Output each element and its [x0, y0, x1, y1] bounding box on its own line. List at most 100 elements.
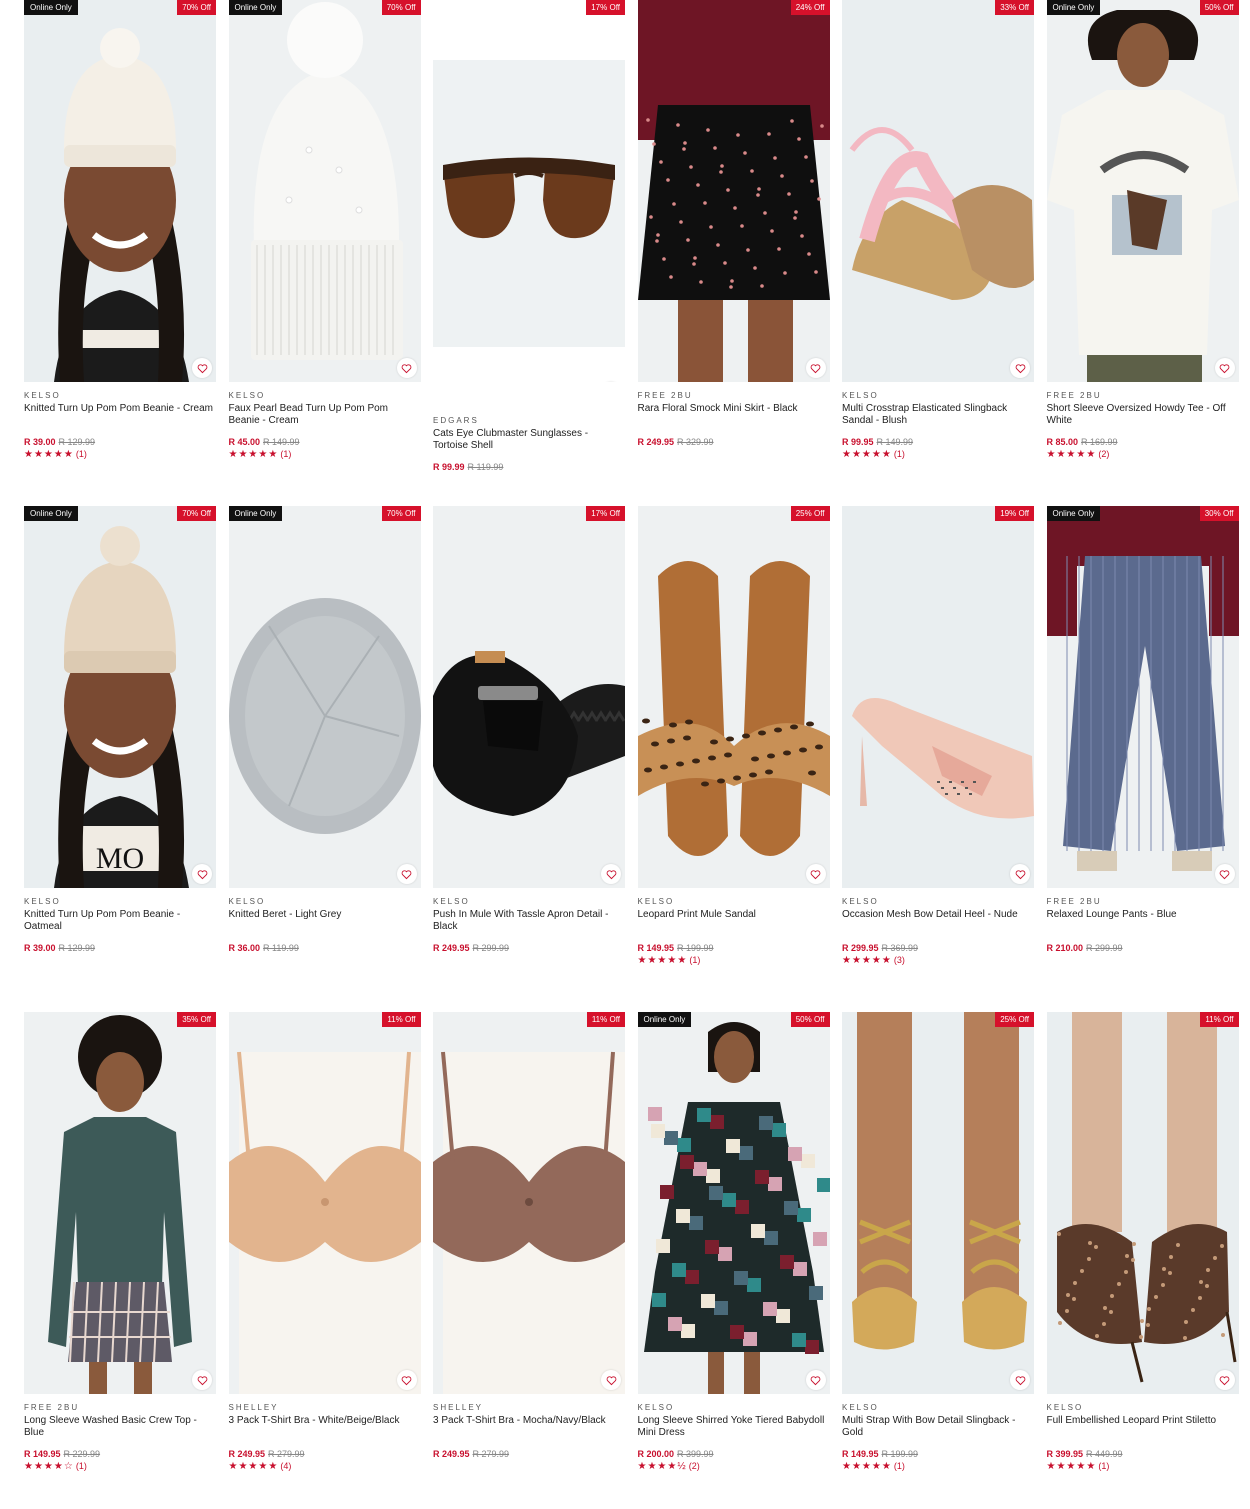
- wishlist-button[interactable]: [1010, 864, 1030, 884]
- product-name[interactable]: Leopard Print Mule Sandal: [638, 909, 830, 943]
- product-card[interactable]: 11% Off KELSO Full Embellished Leopard P…: [1046, 1012, 1239, 1472]
- product-rating[interactable]: ★★★★½ (2): [638, 1460, 830, 1472]
- product-image[interactable]: 24% Off: [637, 0, 830, 382]
- product-card[interactable]: 11% Off SHELLEY 3 Pack T-Shirt Bra - Moc…: [433, 1012, 625, 1460]
- product-card[interactable]: 17% Off EDGARS Cats Eye Clubmaster Sungl…: [433, 0, 625, 473]
- product-rating[interactable]: ★★★★☆ (1): [24, 1460, 216, 1472]
- product-name[interactable]: Occasion Mesh Bow Detail Heel - Nude: [842, 909, 1034, 943]
- product-card[interactable]: 17% Off KELSO Push In Mule With Tassle A…: [433, 506, 625, 954]
- product-card[interactable]: 11% Off SHELLEY 3 Pack T-Shirt Bra - Whi…: [228, 1012, 421, 1472]
- wishlist-button[interactable]: [601, 864, 621, 884]
- product-name[interactable]: Cats Eye Clubmaster Sunglasses - Tortois…: [433, 428, 625, 462]
- wishlist-button[interactable]: [192, 864, 212, 884]
- wishlist-button[interactable]: [805, 358, 826, 378]
- wishlist-button[interactable]: [396, 864, 417, 884]
- product-name[interactable]: Long Sleeve Washed Basic Crew Top - Blue: [24, 1415, 216, 1449]
- product-image[interactable]: Online Only 70% Off: [228, 0, 421, 382]
- wishlist-button[interactable]: [192, 358, 212, 378]
- wishlist-button[interactable]: [1010, 1370, 1030, 1390]
- wishlist-button[interactable]: [1214, 358, 1235, 378]
- wishlist-button[interactable]: [1214, 1370, 1235, 1390]
- product-image[interactable]: Online Only 30% Off: [1046, 506, 1239, 888]
- product-rating[interactable]: ★★★★★ (1): [1047, 1460, 1239, 1472]
- original-price: R 329.99: [677, 437, 714, 447]
- review-count: (2): [1098, 449, 1110, 459]
- product-name[interactable]: Full Embellished Leopard Print Stiletto: [1047, 1415, 1239, 1449]
- product-name[interactable]: Faux Pearl Bead Turn Up Pom Pom Beanie -…: [229, 403, 421, 437]
- wishlist-button[interactable]: [1214, 864, 1235, 884]
- wishlist-button[interactable]: [805, 864, 826, 884]
- product-name[interactable]: 3 Pack T-Shirt Bra - White/Beige/Black: [229, 1415, 421, 1449]
- product-name[interactable]: Rara Floral Smock Mini Skirt - Black: [638, 403, 830, 437]
- star-rating-icon: ★★★★★: [842, 1461, 892, 1472]
- product-card[interactable]: Online Only 30% Off FREE 2BU Relaxed Lou…: [1046, 506, 1239, 954]
- product-card[interactable]: Online Only 70% Off KELSO Faux Pearl Bea…: [228, 0, 421, 460]
- product-image[interactable]: Online Only 50% Off: [1046, 0, 1239, 382]
- product-card[interactable]: 24% Off FREE 2BU Rara Floral Smock Mini …: [637, 0, 830, 448]
- star-rating-icon: ★★★★★: [24, 449, 74, 460]
- product-image[interactable]: 19% Off: [842, 506, 1034, 888]
- wishlist-button[interactable]: [396, 358, 417, 378]
- product-name[interactable]: Short Sleeve Oversized Howdy Tee - Off W…: [1047, 403, 1239, 437]
- product-image[interactable]: 35% Off: [24, 1012, 216, 1394]
- product-image[interactable]: Online Only 50% Off: [637, 1012, 830, 1394]
- product-image[interactable]: 17% Off: [433, 0, 625, 382]
- product-rating[interactable]: ★★★★★ (1): [842, 448, 1034, 460]
- product-brand: KELSO: [228, 897, 266, 906]
- wishlist-button[interactable]: [805, 1370, 826, 1390]
- product-image[interactable]: 11% Off: [433, 1012, 625, 1394]
- review-count: (1): [893, 1461, 905, 1471]
- product-image[interactable]: Online Only 70% Off: [24, 0, 216, 382]
- product-name[interactable]: Relaxed Lounge Pants - Blue: [1047, 909, 1239, 943]
- product-brand: FREE 2BU: [637, 391, 693, 400]
- sale-price: R 249.95: [433, 943, 470, 953]
- product-card[interactable]: Online Only 50% Off FREE 2BU Short Sleev…: [1046, 0, 1239, 460]
- product-image[interactable]: 11% Off: [1046, 1012, 1239, 1394]
- product-name[interactable]: 3 Pack T-Shirt Bra - Mocha/Navy/Black: [433, 1415, 625, 1449]
- wishlist-button[interactable]: [396, 1370, 417, 1390]
- wishlist-button[interactable]: [192, 1370, 212, 1390]
- product-name[interactable]: Long Sleeve Shirred Yoke Tiered Babydoll…: [638, 1415, 830, 1449]
- product-name[interactable]: Knitted Beret - Light Grey: [229, 909, 421, 943]
- product-brand: KELSO: [842, 1403, 879, 1412]
- product-image[interactable]: 11% Off: [228, 1012, 421, 1394]
- product-card[interactable]: 19% Off KELSO Occasion Mesh Bow Detail H…: [842, 506, 1034, 966]
- product-price: R 210.00 R 299.99: [1047, 943, 1239, 954]
- product-name[interactable]: Knitted Turn Up Pom Pom Beanie - Cream: [24, 403, 216, 437]
- product-price: R 85.00 R 169.99: [1047, 437, 1239, 448]
- product-name[interactable]: Multi Crosstrap Elasticated Slingback Sa…: [842, 403, 1034, 437]
- product-image[interactable]: Online Only 70% Off: [228, 506, 421, 888]
- product-rating[interactable]: ★★★★★ (1): [24, 448, 216, 460]
- product-card[interactable]: Online Only 70% Off KELSO Knitted Turn U…: [24, 0, 216, 460]
- product-photo: [228, 1012, 421, 1394]
- product-rating[interactable]: ★★★★★ (1): [842, 1460, 1034, 1472]
- product-image[interactable]: 25% Off: [637, 506, 830, 888]
- product-image[interactable]: 17% Off: [433, 506, 625, 888]
- review-count: (1): [1098, 1461, 1110, 1471]
- product-card[interactable]: 25% Off KELSO Multi Strap With Bow Detai…: [842, 1012, 1034, 1472]
- product-card[interactable]: Online Only 70% Off KELSO Knitted Beret …: [228, 506, 421, 954]
- product-card[interactable]: 33% Off KELSO Multi Crosstrap Elasticate…: [842, 0, 1034, 460]
- heart-icon: [197, 1375, 207, 1385]
- product-image[interactable]: 33% Off: [842, 0, 1034, 382]
- product-brand: SHELLEY: [228, 1403, 279, 1412]
- product-photo: [228, 506, 421, 888]
- product-rating[interactable]: ★★★★★ (3): [842, 954, 1034, 966]
- product-price: R 39.00 R 129.99: [24, 437, 216, 448]
- product-rating[interactable]: ★★★★★ (1): [638, 954, 830, 966]
- product-image[interactable]: MO Online Only 70% Off: [24, 506, 216, 888]
- wishlist-button[interactable]: [601, 1370, 621, 1390]
- product-rating[interactable]: ★★★★★ (1): [229, 448, 421, 460]
- product-card[interactable]: Online Only 50% Off KELSO Long Sleeve Sh…: [637, 1012, 830, 1472]
- product-rating[interactable]: ★★★★★ (4): [229, 1460, 421, 1472]
- product-card[interactable]: 25% Off KELSO Leopard Print Mule Sandal …: [637, 506, 830, 966]
- product-image[interactable]: 25% Off: [842, 1012, 1034, 1394]
- product-card[interactable]: 35% Off FREE 2BU Long Sleeve Washed Basi…: [24, 1012, 216, 1472]
- product-rating[interactable]: ★★★★★ (2): [1047, 448, 1239, 460]
- discount-badge: 70% Off: [177, 506, 216, 521]
- product-name[interactable]: Knitted Turn Up Pom Pom Beanie - Oatmeal: [24, 909, 216, 943]
- product-name[interactable]: Multi Strap With Bow Detail Slingback - …: [842, 1415, 1034, 1449]
- product-name[interactable]: Push In Mule With Tassle Apron Detail - …: [433, 909, 625, 943]
- product-card[interactable]: MO Online Only 70% Off KELSO Knitted Tur…: [24, 506, 216, 954]
- wishlist-button[interactable]: [1010, 358, 1030, 378]
